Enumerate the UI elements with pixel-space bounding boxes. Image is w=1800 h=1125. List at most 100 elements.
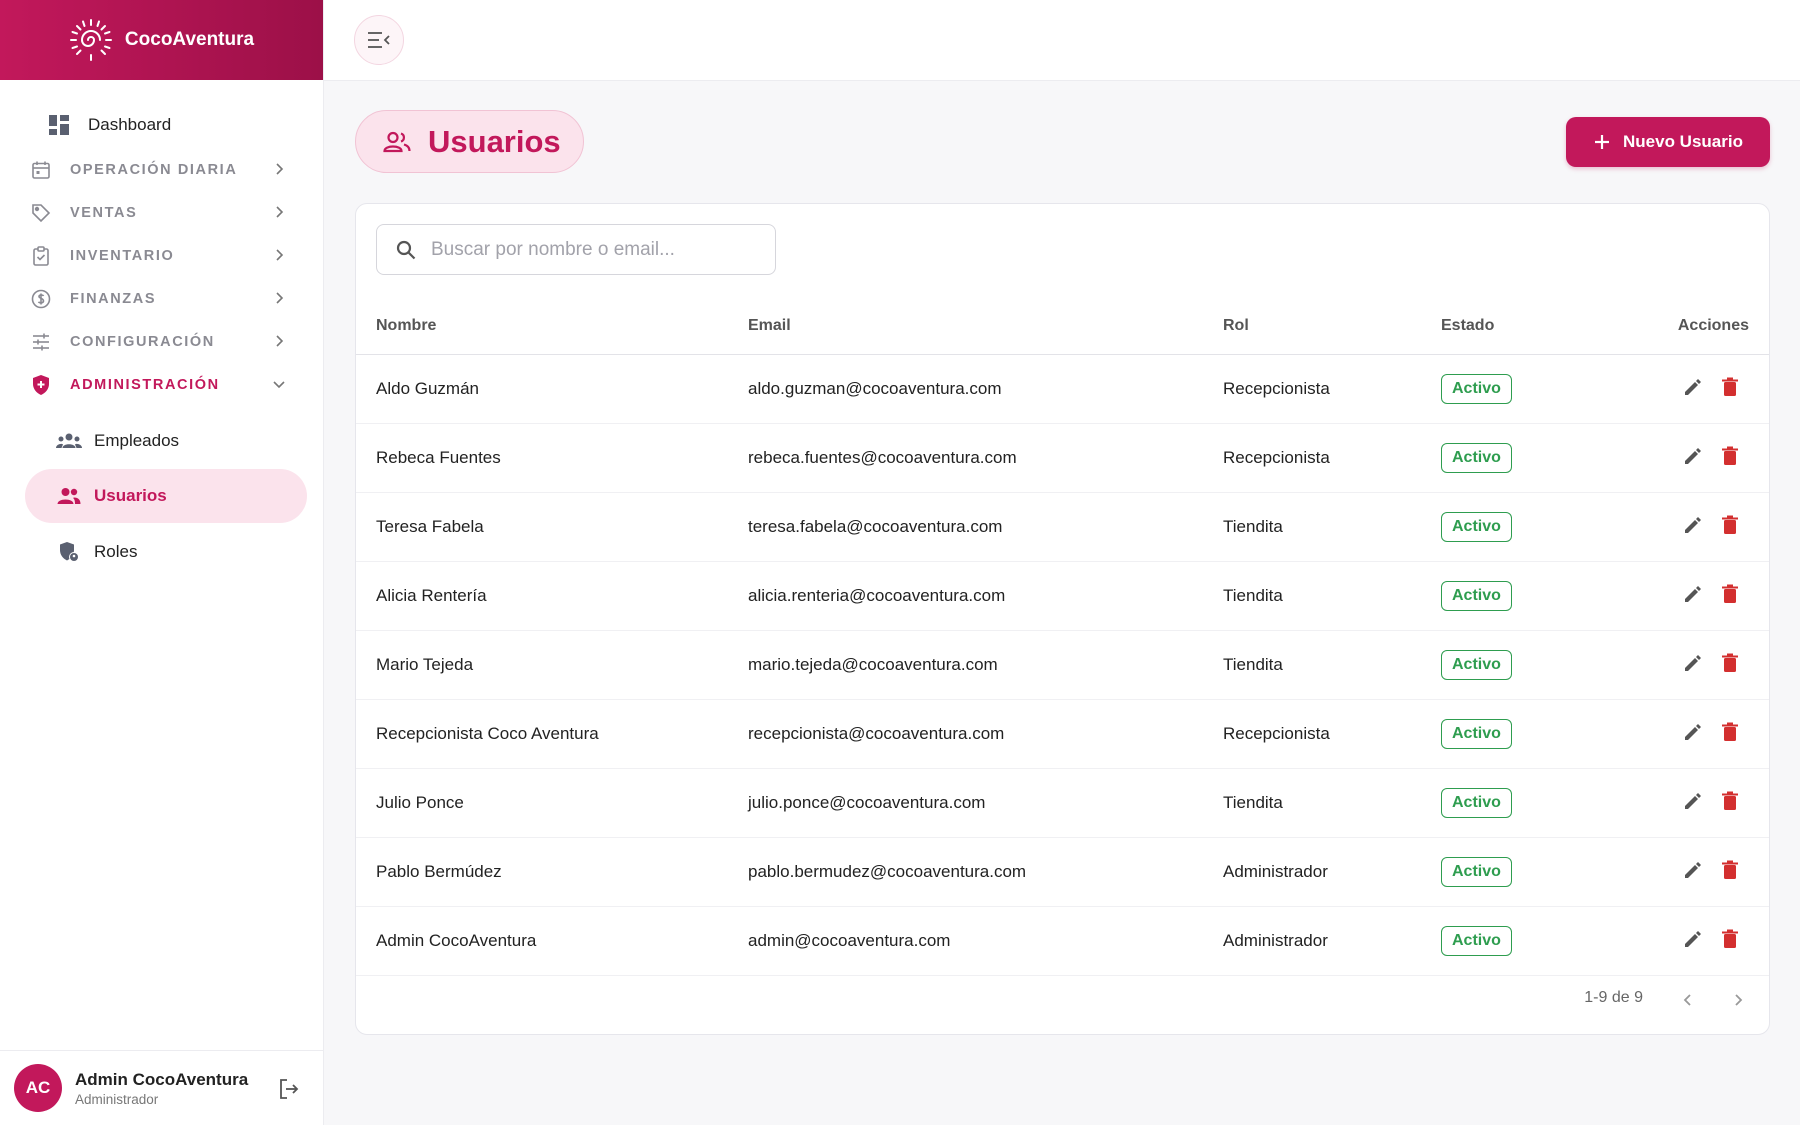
edit-button[interactable] xyxy=(1682,376,1704,398)
cell-actions xyxy=(1641,837,1769,907)
table-row[interactable]: Rebeca Fuentes rebeca.fuentes@cocoaventur… xyxy=(356,423,1769,493)
edit-button[interactable] xyxy=(1682,583,1704,605)
sidebar-item-empleados[interactable]: Empleados xyxy=(0,412,323,469)
sidebar-section-configuracion[interactable]: CONFIGURACIÓN xyxy=(0,320,323,363)
pencil-icon xyxy=(1685,378,1701,395)
table-row[interactable]: Alicia Rentería alicia.renteria@cocoavent… xyxy=(356,561,1769,631)
sidebar-section-finanzas[interactable]: FINANZAS xyxy=(0,277,323,320)
delete-button[interactable] xyxy=(1719,859,1741,881)
new-user-button[interactable]: Nuevo Usuario xyxy=(1566,117,1770,167)
chevron-left-icon xyxy=(1683,994,1691,1006)
sidebar-section-administracion[interactable]: ADMINISTRACIÓN xyxy=(0,363,323,406)
sidebar-section-label: OPERACIÓN DIARIA xyxy=(70,161,238,178)
cell-name: Julio Ponce xyxy=(356,768,748,838)
chevron-right-icon xyxy=(1735,994,1743,1006)
cell-status: Activo xyxy=(1441,906,1641,976)
menu-collapse-button[interactable] xyxy=(354,15,404,65)
sidebar-item-roles[interactable]: Roles xyxy=(0,523,323,580)
search-icon xyxy=(395,239,417,261)
column-header-email[interactable]: Email xyxy=(748,299,1223,355)
search-box[interactable] xyxy=(376,224,776,275)
cell-role: Tiendita xyxy=(1223,630,1441,700)
status-badge: Activo xyxy=(1441,856,1512,887)
column-header-estado[interactable]: Estado xyxy=(1441,299,1641,355)
cell-email: alicia.renteria@cocoaventura.com xyxy=(748,561,1223,631)
pagination: 1-9 de 9 xyxy=(356,967,1769,1034)
table-row[interactable]: Admin CocoAventura admin@cocoaventura.com… xyxy=(356,906,1769,976)
pencil-icon xyxy=(1685,792,1701,809)
table-row[interactable]: Pablo Bermúdez pablo.bermudez@cocoaventur… xyxy=(356,837,1769,907)
cell-email: julio.ponce@cocoaventura.com xyxy=(748,768,1223,838)
trash-icon xyxy=(1722,584,1738,603)
sidebar-section-operacion-diaria[interactable]: OPERACIÓN DIARIA xyxy=(0,148,323,191)
status-badge: Activo xyxy=(1441,925,1512,956)
logout-icon[interactable] xyxy=(277,1077,301,1101)
delete-button[interactable] xyxy=(1719,583,1741,605)
cell-name: Pablo Bermúdez xyxy=(356,837,748,907)
edit-button[interactable] xyxy=(1682,928,1704,950)
edit-button[interactable] xyxy=(1682,514,1704,536)
status-badge: Activo xyxy=(1441,718,1512,749)
sidebar-item-usuarios[interactable]: Usuarios xyxy=(25,469,307,523)
cell-role: Administrador xyxy=(1223,837,1441,907)
search-input[interactable] xyxy=(431,238,761,261)
table-row[interactable]: Julio Ponce julio.ponce@cocoaventura.com T… xyxy=(356,768,1769,838)
user-footer: AC Admin CocoAventura Administrador xyxy=(0,1050,323,1125)
edit-button[interactable] xyxy=(1682,790,1704,812)
sidebar-item-dashboard[interactable]: Dashboard xyxy=(0,102,323,148)
sidebar-section-ventas[interactable]: VENTAS xyxy=(0,191,323,234)
sidebar-section-inventario[interactable]: INVENTARIO xyxy=(0,234,323,277)
cell-actions xyxy=(1641,906,1769,976)
delete-button[interactable] xyxy=(1719,652,1741,674)
column-header-rol[interactable]: Rol xyxy=(1223,299,1441,355)
delete-button[interactable] xyxy=(1719,928,1741,950)
status-badge: Activo xyxy=(1441,511,1512,542)
group-icon xyxy=(56,430,82,452)
edit-button[interactable] xyxy=(1682,445,1704,467)
table-row[interactable]: Mario Tejeda mario.tejeda@cocoaventura.co… xyxy=(356,630,1769,700)
cell-role: Tiendita xyxy=(1223,492,1441,562)
delete-button[interactable] xyxy=(1719,445,1741,467)
cell-actions xyxy=(1641,492,1769,562)
edit-button[interactable] xyxy=(1682,721,1704,743)
trash-icon xyxy=(1722,929,1738,948)
pencil-icon xyxy=(1685,654,1701,671)
topbar xyxy=(324,0,1800,81)
status-badge: Activo xyxy=(1441,373,1512,404)
dollar-icon xyxy=(30,288,52,310)
edit-button[interactable] xyxy=(1682,859,1704,881)
brand-header[interactable]: CocoAventura xyxy=(0,0,323,80)
edit-button[interactable] xyxy=(1682,652,1704,674)
delete-button[interactable] xyxy=(1719,721,1741,743)
pagination-text: 1-9 de 9 xyxy=(1584,989,1643,1006)
cell-role: Recepcionista xyxy=(1223,699,1441,769)
column-header-nombre[interactable]: Nombre xyxy=(356,299,748,355)
brand-name: CocoAventura xyxy=(124,29,255,50)
sidebar-item-label: Usuarios xyxy=(94,486,167,505)
clipboard-icon xyxy=(30,245,52,267)
table-row[interactable]: Recepcionista Coco Aventura recepcionista… xyxy=(356,699,1769,769)
next-page-button[interactable] xyxy=(1727,989,1749,1011)
delete-button[interactable] xyxy=(1719,790,1741,812)
status-badge: Activo xyxy=(1441,649,1512,680)
delete-button[interactable] xyxy=(1719,376,1741,398)
cell-name: Recepcionista Coco Aventura xyxy=(356,699,748,769)
pencil-icon xyxy=(1685,516,1701,533)
avatar[interactable]: AC xyxy=(14,1064,62,1112)
user-role: Administrador xyxy=(75,1091,159,1107)
users-card: Nombre Email Rol Estado Acciones Aldo Gu… xyxy=(355,203,1770,1035)
cell-status: Activo xyxy=(1441,354,1641,424)
new-user-button-label: Nuevo Usuario xyxy=(1623,132,1743,151)
cell-status: Activo xyxy=(1441,768,1641,838)
sidebar-section-label: FINANZAS xyxy=(70,290,157,307)
table-body: Aldo Guzmán aldo.guzman@cocoaventura.com R… xyxy=(356,354,1769,976)
delete-button[interactable] xyxy=(1719,514,1741,536)
cell-status: Activo xyxy=(1441,561,1641,631)
table-row[interactable]: Aldo Guzmán aldo.guzman@cocoaventura.com R… xyxy=(356,354,1769,424)
sidebar-section-label: INVENTARIO xyxy=(70,247,175,264)
pencil-icon xyxy=(1685,861,1701,878)
sidebar-item-label: Dashboard xyxy=(88,115,172,134)
table-row[interactable]: Teresa Fabela teresa.fabela@cocoaventura.… xyxy=(356,492,1769,562)
prev-page-button[interactable] xyxy=(1677,989,1699,1011)
calendar-icon xyxy=(30,159,52,181)
